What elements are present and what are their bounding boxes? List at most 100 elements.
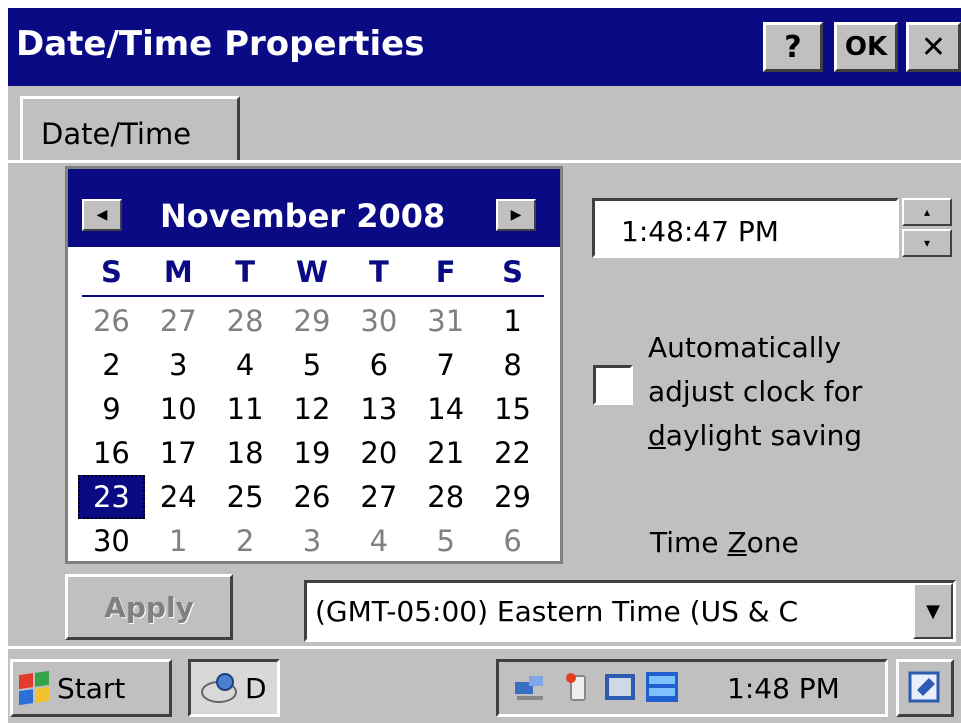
calendar-day[interactable]: 21 bbox=[412, 431, 479, 475]
title-bar: Date/Time Properties ? OK ✕ bbox=[8, 8, 961, 86]
taskbar: Start D 1:48 PM bbox=[8, 646, 961, 723]
weekday-label: T bbox=[235, 255, 256, 289]
weekday-header-row: SMTWTFS bbox=[78, 255, 546, 295]
screen: Date/Time Properties ? OK ✕ Date/Time ◀ … bbox=[8, 8, 961, 723]
system-tray: 1:48 PM bbox=[496, 659, 888, 717]
dropdown-button[interactable]: ▼ bbox=[913, 583, 953, 639]
calendar-day[interactable]: 26 bbox=[78, 299, 145, 343]
time-zone-label: Time Zone bbox=[650, 526, 799, 559]
arrow-up-icon: ▴ bbox=[923, 205, 931, 219]
dst-label-line3-rest: aylight saving bbox=[665, 419, 863, 452]
next-month-button[interactable]: ▶ bbox=[496, 199, 536, 231]
taskbar-window-button[interactable]: D bbox=[188, 659, 280, 717]
calendar-day[interactable]: 26 bbox=[279, 475, 346, 519]
date-time-app-icon bbox=[201, 673, 237, 703]
calendar-day[interactable]: 11 bbox=[212, 387, 279, 431]
time-spin-up-button[interactable]: ▴ bbox=[902, 198, 952, 226]
calendar-day[interactable]: 31 bbox=[412, 299, 479, 343]
tab-strip-line bbox=[8, 160, 961, 163]
calendar-day[interactable]: 9 bbox=[78, 387, 145, 431]
calendar-day[interactable]: 28 bbox=[212, 299, 279, 343]
calendar-day[interactable]: 28 bbox=[412, 475, 479, 519]
tab-date-time[interactable]: Date/Time bbox=[20, 96, 240, 160]
month-year-label[interactable]: November 2008 bbox=[160, 197, 445, 235]
tz-mnemonic: Z bbox=[727, 526, 747, 559]
start-label: Start bbox=[57, 671, 126, 705]
calendar-day[interactable]: 27 bbox=[145, 299, 212, 343]
calendar-day[interactable]: 3 bbox=[279, 519, 346, 561]
month-calendar[interactable]: ◀ November 2008 ▶ SMTWTFS 26 27 28 29 30 31 1 2… bbox=[65, 166, 563, 564]
calendar-day[interactable]: 5 bbox=[279, 343, 346, 387]
show-desktop-button[interactable] bbox=[896, 659, 954, 717]
calendar-day[interactable]: 4 bbox=[345, 519, 412, 561]
time-zone-value: (GMT-05:00) Eastern Time (US & C bbox=[315, 595, 799, 628]
calendar-day[interactable]: 7 bbox=[412, 343, 479, 387]
dst-checkbox[interactable] bbox=[593, 365, 633, 405]
dst-label-line3: daylight saving bbox=[648, 414, 948, 458]
calendar-day[interactable]: 29 bbox=[279, 299, 346, 343]
calendar-day[interactable]: 1 bbox=[479, 299, 546, 343]
calendar-day[interactable]: 30 bbox=[78, 519, 145, 561]
calendar-day[interactable]: 2 bbox=[212, 519, 279, 561]
weekday-divider bbox=[82, 295, 544, 297]
weekday-label: T bbox=[368, 255, 389, 289]
calendar-day-selected[interactable]: 23 bbox=[78, 475, 145, 519]
time-spin-down-button[interactable]: ▾ bbox=[902, 229, 952, 257]
calendar-day[interactable]: 15 bbox=[479, 387, 546, 431]
display-icon[interactable] bbox=[603, 670, 637, 704]
calendar-day[interactable]: 12 bbox=[279, 387, 346, 431]
calendar-day[interactable]: 8 bbox=[479, 343, 546, 387]
help-button[interactable]: ? bbox=[763, 22, 823, 72]
chevron-left-icon: ◀ bbox=[96, 207, 108, 223]
apply-button[interactable]: Apply bbox=[65, 574, 233, 640]
start-button[interactable]: Start bbox=[10, 659, 172, 717]
weekday-label: F bbox=[435, 255, 456, 289]
calendar-day[interactable]: 20 bbox=[345, 431, 412, 475]
calendar-day[interactable]: 17 bbox=[145, 431, 212, 475]
network-icon[interactable] bbox=[513, 670, 547, 704]
ok-button[interactable]: OK bbox=[834, 22, 898, 72]
close-button[interactable]: ✕ bbox=[906, 22, 961, 72]
calendar-day[interactable]: 16 bbox=[78, 431, 145, 475]
tz-label-pre: Time bbox=[650, 526, 728, 559]
window-title: Date/Time Properties bbox=[16, 24, 425, 64]
calendar-day[interactable]: 25 bbox=[212, 475, 279, 519]
calendar-day[interactable]: 24 bbox=[145, 475, 212, 519]
taskbar-clock[interactable]: 1:48 PM bbox=[727, 672, 840, 705]
calendar-day[interactable]: 5 bbox=[412, 519, 479, 561]
time-zone-select[interactable]: (GMT-05:00) Eastern Time (US & C ▼ bbox=[304, 580, 956, 642]
calendar-day[interactable]: 1 bbox=[145, 519, 212, 561]
calendar-day[interactable]: 10 bbox=[145, 387, 212, 431]
calendar-day[interactable]: 18 bbox=[212, 431, 279, 475]
desktop-icon bbox=[908, 671, 940, 703]
calendar-week-row: 23 24 25 26 27 28 29 bbox=[78, 475, 546, 519]
calendar-day[interactable]: 29 bbox=[479, 475, 546, 519]
apply-label: Apply bbox=[104, 590, 194, 624]
weekday-label: S bbox=[502, 255, 523, 289]
calendar-day[interactable]: 19 bbox=[279, 431, 346, 475]
calendar-week-row: 16 17 18 19 20 21 22 bbox=[78, 431, 546, 475]
calendar-day[interactable]: 27 bbox=[345, 475, 412, 519]
calendar-day[interactable]: 6 bbox=[479, 519, 546, 561]
calendar-day[interactable]: 14 bbox=[412, 387, 479, 431]
calendar-week-row: 30 1 2 3 4 5 6 bbox=[78, 519, 546, 561]
calendar-week-row: 9 10 11 12 13 14 15 bbox=[78, 387, 546, 431]
chevron-down-icon: ▼ bbox=[926, 600, 940, 622]
calendar-day[interactable]: 30 bbox=[345, 299, 412, 343]
arrow-down-icon: ▾ bbox=[923, 236, 931, 250]
dst-label[interactable]: Automatically adjust clock for daylight … bbox=[648, 326, 948, 458]
calendar-day[interactable]: 3 bbox=[145, 343, 212, 387]
calendar-day[interactable]: 2 bbox=[78, 343, 145, 387]
weekday-label: S bbox=[100, 255, 122, 289]
calendar-day[interactable]: 22 bbox=[479, 431, 546, 475]
calendar-week-row: 26 27 28 29 30 31 1 bbox=[78, 299, 546, 343]
weekday-label: W bbox=[295, 255, 328, 289]
terminal-client-icon[interactable] bbox=[645, 670, 679, 704]
windows-logo-icon bbox=[19, 670, 49, 706]
battery-icon[interactable] bbox=[561, 670, 595, 704]
calendar-day[interactable]: 6 bbox=[345, 343, 412, 387]
calendar-day[interactable]: 4 bbox=[212, 343, 279, 387]
time-input[interactable]: 1:48:47 PM bbox=[592, 198, 899, 258]
calendar-day[interactable]: 13 bbox=[345, 387, 412, 431]
prev-month-button[interactable]: ◀ bbox=[82, 199, 122, 231]
